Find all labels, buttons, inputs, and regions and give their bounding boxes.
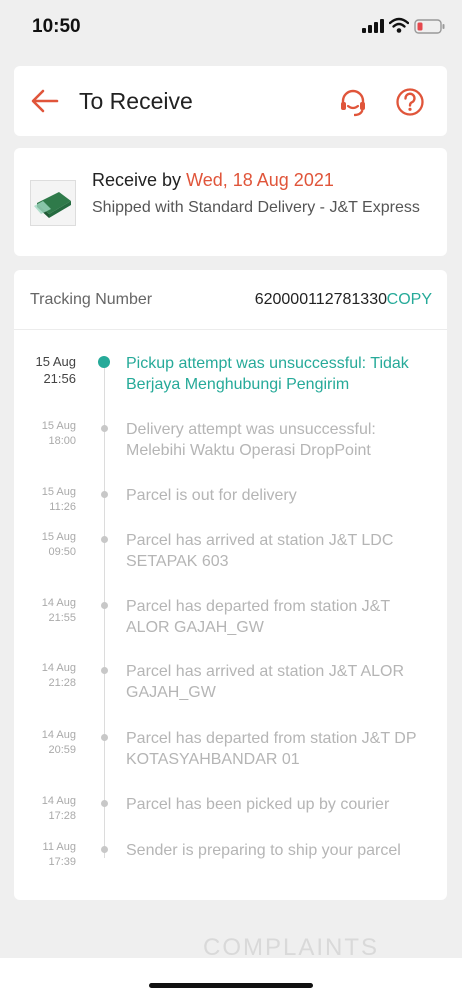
- event-datetime: 14 Aug 21:28: [41, 662, 76, 689]
- event-description: Parcel has been picked up by courier: [126, 796, 390, 813]
- tracking-number-label: Tracking Number: [30, 291, 153, 308]
- page-header: To Receive: [14, 66, 447, 136]
- copy-button[interactable]: COPY: [387, 291, 432, 309]
- status-bar: 10:50: [0, 0, 462, 56]
- event-datetime: 15 Aug 21:56: [35, 354, 77, 386]
- timeline-dot: [101, 491, 108, 498]
- battery-low-icon: [414, 19, 445, 34]
- event-description: Pickup attempt was unsuccessful: Tidak B…: [126, 355, 409, 393]
- timeline-dot: [101, 734, 108, 741]
- event-description: Parcel has departed from station J&T ALO…: [126, 598, 390, 636]
- timeline-dot: [101, 536, 108, 543]
- shipping-method: Shipped with Standard Delivery - J&T Exp…: [92, 199, 420, 216]
- page-title: To Receive: [79, 88, 193, 114]
- timeline-dot: [101, 602, 108, 609]
- event-datetime: 11 Aug 17:39: [42, 841, 76, 868]
- event-description: Parcel is out for delivery: [126, 487, 297, 504]
- receive-date: Wed, 18 Aug 2021: [186, 170, 334, 190]
- event-datetime: 15 Aug 18:00: [41, 420, 76, 447]
- wifi-icon: [389, 17, 409, 33]
- cellular-signal-icon: [362, 19, 384, 33]
- event-description: Parcel has arrived at station J&T ALOR G…: [126, 663, 405, 701]
- event-datetime: 15 Aug 11:26: [41, 486, 76, 513]
- tracking-card: Tracking Number 620000112781330 COPY 15 …: [14, 270, 447, 900]
- timeline-dot: [101, 846, 108, 853]
- event-description: Parcel has arrived at station J&T LDC SE…: [126, 532, 394, 570]
- timeline-dot: [101, 425, 108, 432]
- tracking-number: 620000112781330: [254, 291, 387, 308]
- question-icon[interactable]: [395, 87, 425, 117]
- headset-icon[interactable]: [338, 87, 368, 117]
- event-datetime: 14 Aug 21:55: [41, 597, 76, 624]
- receive-by-text: Receive by Wed, 18 Aug 2021: [92, 170, 334, 191]
- event-description: Delivery attempt was unsuccessful: Meleb…: [126, 421, 376, 459]
- event-datetime: 15 Aug 09:50: [41, 531, 76, 558]
- event-description: Parcel has departed from station J&T DP …: [126, 730, 417, 768]
- product-thumbnail: [30, 180, 76, 226]
- home-indicator[interactable]: [149, 983, 313, 988]
- clock: 10:50: [32, 16, 81, 37]
- delivery-card[interactable]: Receive by Wed, 18 Aug 2021 Shipped with…: [14, 148, 447, 256]
- receive-prefix: Receive by: [92, 170, 182, 190]
- event-datetime: 14 Aug 17:28: [41, 795, 76, 822]
- timeline-dot-active: [98, 356, 110, 368]
- bottom-bar: [0, 958, 462, 1000]
- timeline-dot: [101, 800, 108, 807]
- event-description: Sender is preparing to ship your parcel: [126, 842, 401, 859]
- divider: [14, 329, 447, 330]
- arrow-left-icon[interactable]: [30, 86, 60, 116]
- event-datetime: 14 Aug 20:59: [41, 729, 76, 756]
- timeline-dot: [101, 667, 108, 674]
